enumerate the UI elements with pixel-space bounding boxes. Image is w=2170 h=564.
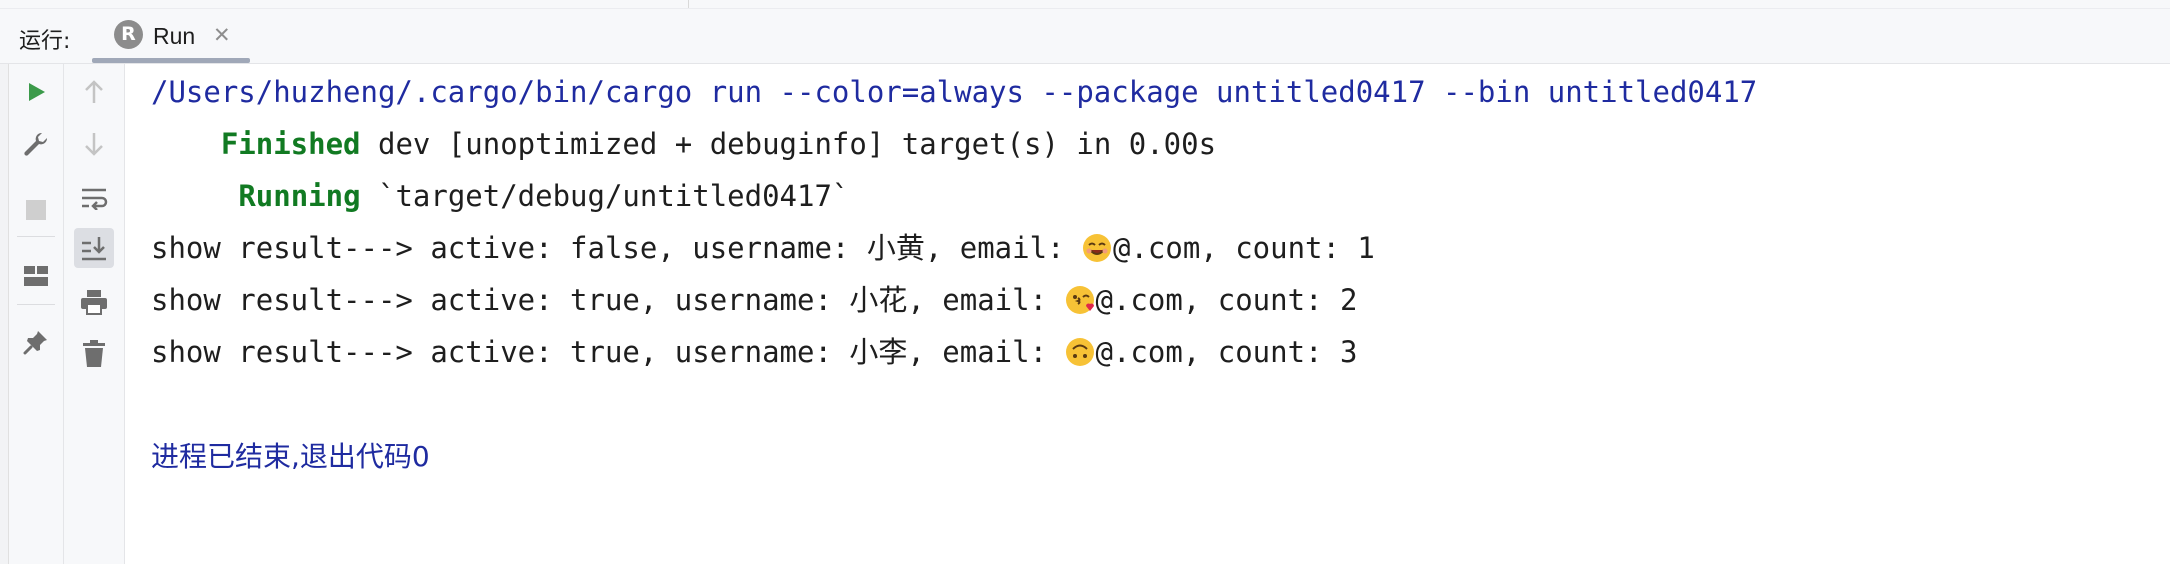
run-panel-label: 运行:: [19, 29, 71, 54]
kissing-face-emoji-icon: [1065, 286, 1094, 314]
exit-message: 进程已结束,退出代码0: [151, 440, 430, 473]
run-tab-bar: 运行: R Run ✕: [0, 9, 2170, 64]
print-button[interactable]: [74, 282, 114, 322]
result-prefix: show result---> active: false, username:…: [151, 231, 1082, 265]
soft-wrap-icon: [82, 188, 108, 210]
result-suffix: @.com, count: 2: [1095, 283, 1358, 317]
scroll-to-end-button[interactable]: [74, 228, 114, 268]
rerun-button[interactable]: [16, 72, 56, 112]
trash-icon: [83, 340, 105, 367]
console-line-result: show result---> active: true, username: …: [151, 274, 2141, 326]
upside-down-face-emoji-icon: [1065, 338, 1094, 366]
clear-all-button[interactable]: [74, 334, 114, 374]
stop-button[interactable]: [16, 190, 56, 230]
console-line-result: show result---> active: false, username:…: [151, 222, 2141, 274]
close-icon[interactable]: ✕: [213, 23, 231, 47]
result-prefix: show result---> active: true, username: …: [151, 335, 1065, 369]
stop-icon: [26, 200, 46, 220]
result-suffix: @.com, count: 1: [1112, 231, 1375, 265]
console-output[interactable]: /Users/huzheng/.cargo/bin/cargo run --co…: [151, 66, 2141, 482]
next-occurrence-button[interactable]: [74, 124, 114, 164]
up-arrow-icon: [85, 80, 103, 103]
command-text: /Users/huzheng/.cargo/bin/cargo run --co…: [151, 75, 1758, 109]
layout-icon: [24, 266, 48, 286]
soft-wrap-button[interactable]: [74, 178, 114, 218]
rust-logo-icon: R: [114, 20, 143, 49]
result-prefix: show result---> active: true, username: …: [151, 283, 1065, 317]
smiling-face-emoji-icon: [1082, 234, 1111, 262]
pin-tab-button[interactable]: [16, 322, 56, 362]
run-icon: [29, 83, 45, 101]
console-line-command: /Users/huzheng/.cargo/bin/cargo run --co…: [151, 66, 2141, 118]
run-toolbar-primary: [9, 64, 64, 564]
print-icon: [81, 290, 107, 315]
left-edge-strip: [0, 64, 9, 564]
down-arrow-icon: [85, 133, 103, 156]
active-tab-indicator: [92, 58, 250, 63]
finished-status: Finished: [220, 127, 361, 161]
tab-run[interactable]: R Run ✕: [92, 9, 250, 63]
top-strip: [0, 0, 2170, 9]
wrench-icon: [24, 132, 48, 156]
running-status: Running: [238, 179, 361, 213]
top-strip-divider: [688, 0, 689, 8]
result-suffix: @.com, count: 3: [1095, 335, 1358, 369]
console-line-exit: 进程已结束,退出代码0: [151, 430, 2141, 482]
pin-icon: [23, 331, 47, 355]
scroll-to-end-icon: [82, 237, 106, 261]
layout-button[interactable]: [16, 256, 56, 296]
toolbar-divider: [17, 304, 55, 305]
previous-occurrence-button[interactable]: [74, 72, 114, 112]
console-line-running: Running `target/debug/untitled0417`: [151, 170, 2141, 222]
console-line-result: show result---> active: true, username: …: [151, 326, 2141, 378]
finished-text: dev [unoptimized + debuginfo] target(s) …: [360, 127, 1217, 161]
toolbar-divider: [17, 236, 55, 237]
run-toolbar-secondary: [64, 64, 125, 564]
console-line-finished: Finished dev [unoptimized + debuginfo] t…: [151, 118, 2141, 170]
edit-configuration-button[interactable]: [16, 124, 56, 164]
running-text: `target/debug/untitled0417`: [360, 179, 850, 213]
tab-run-label: Run: [153, 23, 196, 49]
